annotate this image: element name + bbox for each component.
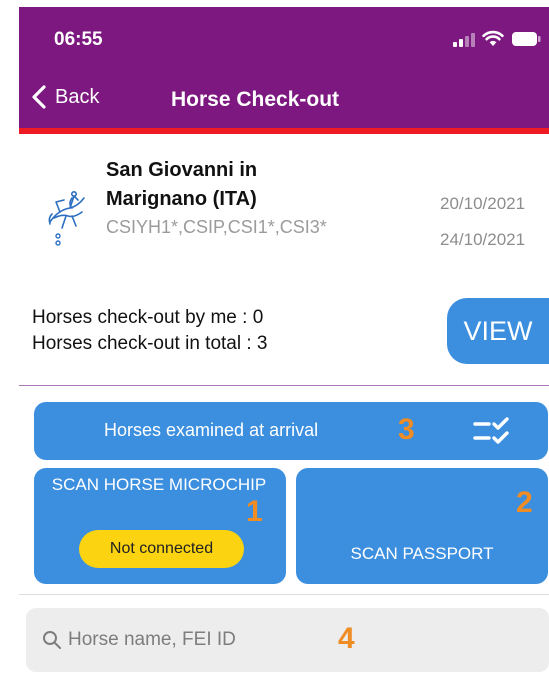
horses-examined-label: Horses examined at arrival: [104, 420, 319, 440]
status-bar: 06:55: [19, 7, 549, 74]
signal-icon: [453, 31, 475, 47]
search-bar[interactable]: [26, 608, 549, 672]
event-codes: CSIYH1*,CSIP,CSI1*,CSI3*: [106, 217, 327, 237]
checkout-total-count: Horses check-out in total : 3: [32, 333, 268, 354]
search-icon: [43, 631, 61, 649]
checklist-icon: [473, 417, 509, 444]
nav-bar: Back Horse Check-out: [19, 74, 549, 128]
checkout-by-me-count: Horses check-out by me : 0: [32, 307, 264, 328]
annotation-1: 1: [246, 495, 263, 528]
view-button[interactable]: VIEW: [447, 298, 549, 364]
section-divider: [19, 385, 549, 386]
horses-examined-button[interactable]: Horses examined at arrival: [34, 402, 548, 460]
event-date-start: 20/10/2021: [440, 194, 526, 213]
event-dates: 20/10/2021 24/10/2021: [440, 186, 525, 258]
annotation-2: 2: [516, 486, 533, 519]
search-divider: [19, 594, 549, 595]
wifi-icon: [482, 30, 504, 46]
battery-icon: [512, 32, 541, 46]
back-button[interactable]: Back: [31, 84, 99, 110]
status-badge: Not connected: [79, 530, 244, 568]
annotation-3: 3: [398, 413, 415, 446]
status-icons: [453, 29, 541, 47]
show-jumping-icon: [48, 190, 85, 246]
event-name: San Giovanni in Marignano (ITA): [106, 159, 258, 210]
nav-accent-line: [19, 128, 549, 134]
scan-passport-button[interactable]: SCAN PASSPORT: [296, 468, 548, 584]
annotation-4: 4: [338, 622, 355, 655]
search-input[interactable]: [68, 620, 328, 660]
page-title: Horse Check-out: [171, 88, 340, 111]
event-date-end: 24/10/2021: [440, 230, 526, 249]
back-label: Back: [55, 85, 100, 108]
scan-microchip-label: SCAN HORSE MICROCHIP: [51, 475, 267, 494]
scan-passport-label: SCAN PASSPORT: [350, 544, 494, 563]
chevron-left-icon: [32, 85, 46, 109]
status-time: 06:55: [54, 29, 103, 50]
